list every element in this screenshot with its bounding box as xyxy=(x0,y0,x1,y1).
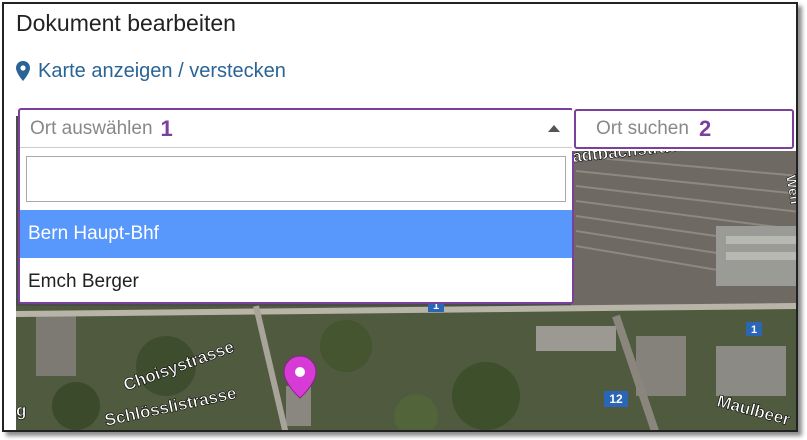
route-badge: 1 xyxy=(751,324,757,336)
route-badge: 12 xyxy=(609,392,623,406)
map-toggle-link[interactable]: Karte anzeigen / verstecken xyxy=(16,58,286,84)
place-option-emch-berger[interactable]: Emch Berger xyxy=(20,258,572,306)
place-select-trigger[interactable]: Ort auswählen 1 xyxy=(20,110,572,148)
step-badge-1: 1 xyxy=(160,115,173,141)
place-select-placeholder: Ort auswählen xyxy=(30,117,153,139)
place-select-search-input[interactable] xyxy=(26,156,566,202)
place-option-bern-haupt-bhf[interactable]: Bern Haupt-Bhf xyxy=(20,210,572,258)
map-toggle-label: Karte anzeigen / verstecken xyxy=(38,59,286,82)
step-badge-2: 2 xyxy=(698,116,712,141)
place-select-dropdown[interactable]: Ort auswählen 1 Bern Haupt-Bhf Emch Berg… xyxy=(18,108,574,304)
page-title: Dokument bearbeiten xyxy=(16,10,236,36)
option-label: Emch Berger xyxy=(28,271,139,292)
place-search-input[interactable]: Ort suchen 2 xyxy=(574,109,794,149)
svg-text:g: g xyxy=(16,401,26,420)
place-search-container: Ort suchen 2 xyxy=(572,101,796,151)
place-search-placeholder: Ort suchen xyxy=(596,118,689,139)
map-marker-icon xyxy=(16,61,30,81)
caret-up-icon xyxy=(548,125,560,132)
document-edit-window: Dokument bearbeiten Karte anzeigen / ver… xyxy=(2,2,798,432)
option-label: Bern Haupt-Bhf xyxy=(28,223,159,244)
